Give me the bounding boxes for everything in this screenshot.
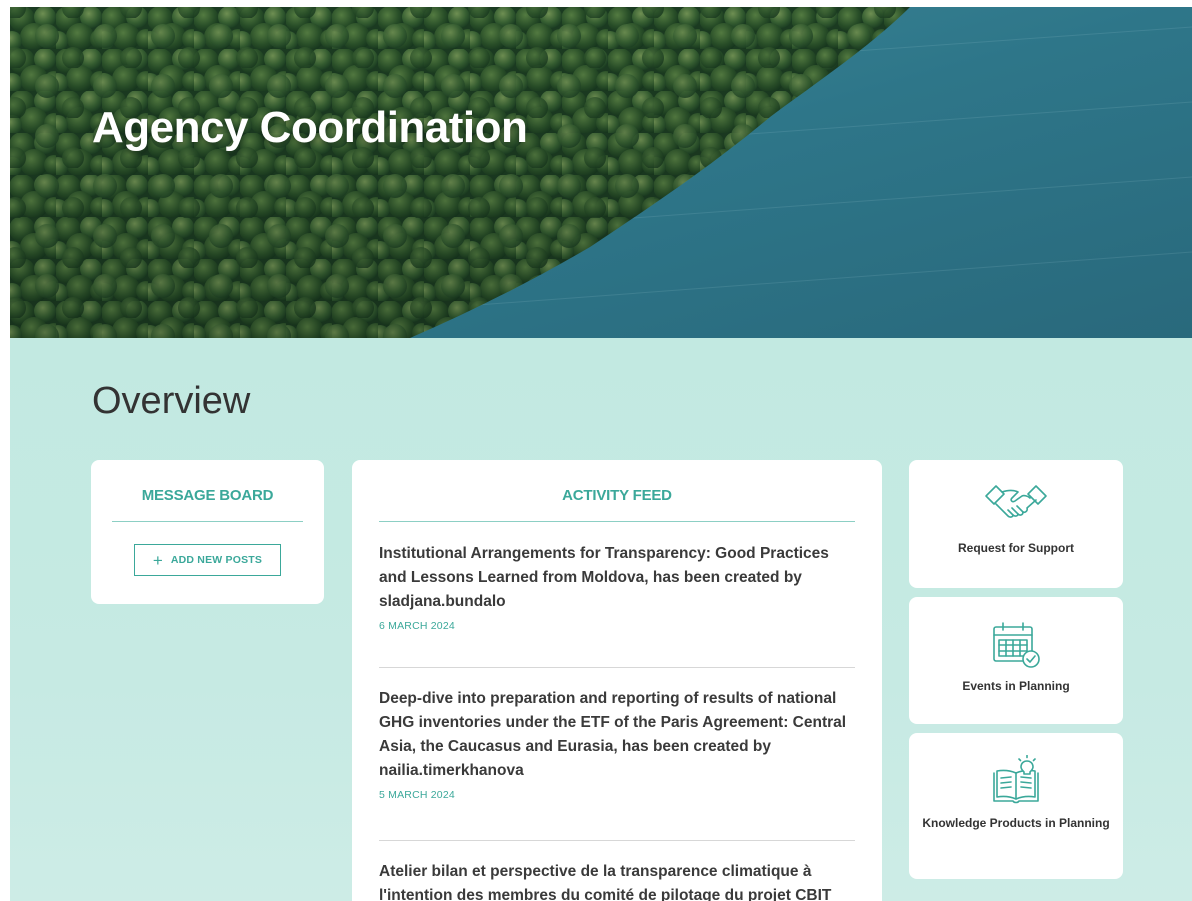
feed-separator [379,667,855,668]
message-board-card: MESSAGE BOARD + ADD NEW POSTS [91,460,324,604]
divider [112,521,303,522]
add-new-posts-button[interactable]: + ADD NEW POSTS [134,544,281,576]
add-new-posts-label: ADD NEW POSTS [170,554,263,566]
feed-item-title[interactable]: Institutional Arrangements for Transpare… [379,542,857,614]
tile-label: Request for Support [958,541,1074,555]
feed-separator [379,840,855,841]
feed-item: Deep-dive into preparation and reporting… [379,687,857,801]
plus-icon: + [152,550,163,570]
overview-heading: Overview [92,380,251,422]
page-frame: Agency Coordination Overview MESSAGE BOA… [10,7,1192,901]
feed-item-date: 6 MARCH 2024 [379,620,455,632]
request-for-support-tile[interactable]: Request for Support [909,460,1123,588]
hero-banner: Agency Coordination [10,7,1192,338]
tile-label: Events in Planning [962,679,1070,693]
activity-feed-card: ACTIVITY FEED Institutional Arrangements… [352,460,882,901]
feed-item-date: 5 MARCH 2024 [379,789,455,801]
hero-background-image [10,7,1192,338]
handshake-icon [984,482,1048,531]
events-in-planning-tile[interactable]: Events in Planning [909,597,1123,724]
divider [379,521,855,522]
book-lightbulb-icon [991,754,1041,812]
overview-section: Overview MESSAGE BOARD + ADD NEW POSTS A… [10,338,1192,901]
calendar-check-icon [991,621,1041,674]
message-board-heading: MESSAGE BOARD [141,487,274,504]
activity-feed-heading: ACTIVITY FEED [562,487,672,504]
feed-item-title[interactable]: Atelier bilan et perspective de la trans… [379,860,857,901]
knowledge-products-tile[interactable]: Knowledge Products in Planning [909,733,1123,879]
page-title: Agency Coordination [92,103,528,152]
feed-item-title[interactable]: Deep-dive into preparation and reporting… [379,687,857,783]
feed-item: Atelier bilan et perspective de la trans… [379,860,857,901]
feed-item: Institutional Arrangements for Transpare… [379,542,857,632]
tile-label: Knowledge Products in Planning [922,816,1110,830]
